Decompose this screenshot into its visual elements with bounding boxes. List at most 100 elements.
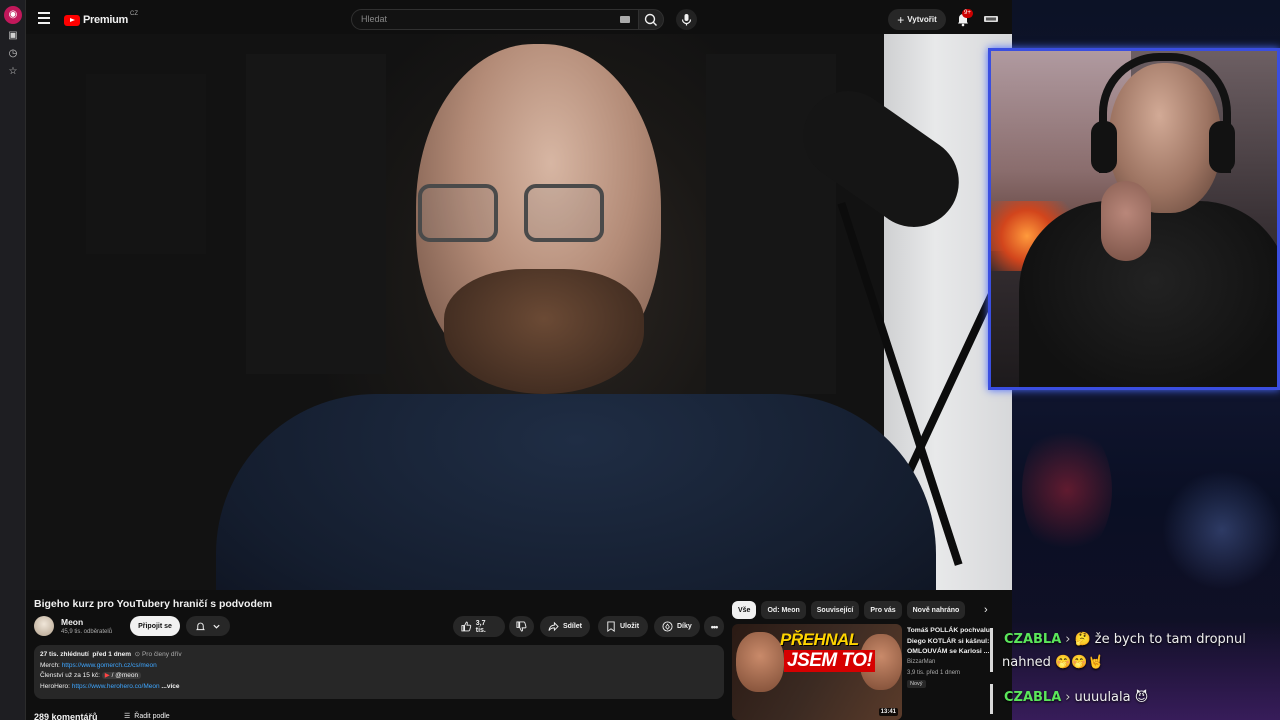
chevron-right-icon[interactable]: ›	[984, 604, 996, 616]
thanks-label: Díky	[677, 623, 692, 630]
home-icon[interactable]: ▣	[7, 30, 19, 42]
dislike-button[interactable]	[509, 616, 534, 637]
channel-name[interactable]: Meon	[61, 617, 83, 627]
browser-sidebar: ◉ ▣ ◷ ☆	[0, 0, 26, 720]
bookmark-icon	[607, 621, 615, 632]
chat-text: nahned 🤭🤭🤘	[1002, 655, 1104, 670]
screen: ◉ ▣ ◷ ☆ Premium CZ Hledat + Vytvořit 9+ …	[0, 0, 1280, 720]
mic-icon	[681, 14, 692, 26]
bell-icon	[196, 622, 205, 630]
sort-icon: ☰	[124, 713, 131, 720]
chip-recently-uploaded[interactable]: Nově nahráno	[906, 601, 966, 619]
herohero-label: HeroHero:	[40, 682, 70, 690]
join-button[interactable]: Připojit se	[130, 616, 180, 636]
chat-text: 🤔 že bych to tam dropnul	[1074, 632, 1246, 647]
recommended-video-thumbnail[interactable]: PŘEHNAL JSEM TO! 13:41	[732, 624, 902, 720]
chat-username: CZABLA	[1004, 690, 1062, 705]
subscription-bell-button[interactable]	[186, 616, 230, 636]
merch-label: Merch:	[40, 661, 60, 669]
chip-all[interactable]: Vše	[732, 601, 757, 619]
membership-chip[interactable]: ▶ / @meon	[101, 672, 142, 679]
streamer-hand	[1101, 181, 1151, 261]
more-link[interactable]: ...více	[161, 683, 179, 690]
more-actions-button[interactable]: •••	[704, 616, 724, 637]
keyboard-icon[interactable]	[620, 16, 630, 23]
share-icon	[548, 621, 559, 632]
membership-label: Členství už za 15 kč:	[40, 672, 100, 679]
notifications-button[interactable]: 9+	[955, 9, 973, 27]
headset-earcup	[1209, 121, 1235, 173]
youtube-play-icon	[64, 14, 80, 26]
sort-label: Řadit podle	[134, 712, 170, 720]
chip-related[interactable]: Související	[810, 601, 860, 619]
thanks-button[interactable]: Díky	[654, 616, 700, 637]
like-count: 3,7 tis.	[475, 619, 486, 634]
thumbs-up-icon	[461, 621, 472, 632]
view-count: 27 tis. zhlédnutí	[40, 651, 89, 658]
new-badge: Nový	[907, 680, 926, 688]
history-icon[interactable]: ◷	[7, 48, 19, 60]
youtube-premium-logo[interactable]: Premium CZ	[64, 11, 138, 28]
country-code: CZ	[129, 11, 138, 17]
members-note: Pro členy dřív	[141, 651, 182, 658]
chat-separator-icon: ›	[1065, 690, 1071, 705]
account-icon	[984, 16, 998, 22]
account-avatar[interactable]	[983, 12, 999, 26]
video-player[interactable]	[26, 34, 1012, 590]
share-button[interactable]: Sdílet	[540, 616, 590, 637]
recommended-meta: 3,9 tis. před 1 dnem	[907, 670, 961, 676]
glasses-left	[418, 184, 498, 242]
upload-date: před 1 dnem	[92, 651, 132, 658]
thumb-face	[736, 632, 784, 692]
app-icon[interactable]: ◉	[4, 6, 22, 24]
super-thanks-icon	[662, 621, 673, 632]
overlay-glow	[1022, 420, 1112, 560]
logo-text: Premium	[83, 14, 128, 26]
description-membership-line: Členství už za 15 kč: ▶ / @meon	[40, 671, 718, 682]
glasses-right	[524, 184, 604, 242]
more-icon: •••	[710, 621, 719, 632]
description-box[interactable]: 27 tis. zhlédnutí před 1 dnem ⊙ Pro člen…	[34, 645, 724, 699]
related-filter-chips: Vše Od: Meon Související Pro vás Nově na…	[732, 601, 966, 619]
thumb-text-line1: PŘEHNAL	[780, 630, 859, 649]
chip-for-you[interactable]: Pro vás	[864, 601, 902, 619]
subscriber-count: 45,9 tis. odběratelů	[61, 629, 113, 635]
description-merch-line: Merch: https://www.gomerch.cz/cs/meon	[40, 661, 718, 672]
membership-handle: / @meon	[111, 672, 139, 679]
headset-earcup	[1091, 121, 1117, 173]
chat-message-bar	[990, 628, 993, 672]
chat-username: CZABLA	[1004, 632, 1062, 647]
save-button[interactable]: Uložit	[598, 616, 648, 637]
chip-from-meon[interactable]: Od: Meon	[761, 601, 806, 619]
youtube-play-icon: ▶	[104, 672, 110, 679]
masthead: Premium CZ +	[26, 0, 1012, 38]
description-stats: 27 tis. zhlédnutí před 1 dnem ⊙ Pro člen…	[40, 650, 718, 661]
person-beard	[444, 269, 644, 394]
sort-comments-button[interactable]: ☰ Řadit podle	[124, 712, 170, 720]
chat-message-continued: nahned 🤭🤭🤘	[1002, 655, 1104, 670]
notification-count: 9+	[962, 9, 973, 18]
video-duration: 13:41	[878, 708, 898, 716]
person-shirt	[216, 394, 936, 590]
menu-icon[interactable]	[38, 12, 50, 24]
create-label: Vytvořit	[907, 15, 937, 24]
herohero-link[interactable]: https://www.herohero.co/Meon	[72, 683, 160, 690]
chevron-down-icon	[213, 624, 220, 629]
merch-link[interactable]: https://www.gomerch.cz/cs/meon	[62, 662, 157, 669]
search-box[interactable]	[351, 9, 639, 30]
voice-search-button[interactable]	[676, 9, 697, 30]
channel-avatar[interactable]	[34, 616, 54, 636]
create-button[interactable]: + Vytvořit	[888, 9, 946, 30]
star-icon[interactable]: ☆	[7, 66, 19, 78]
chat-text: uuuulala 😈	[1074, 690, 1149, 705]
overlay-glow	[1162, 470, 1280, 590]
search-input[interactable]	[361, 14, 601, 24]
chat-message-bar	[990, 684, 993, 714]
search-button[interactable]	[638, 9, 664, 30]
thumbs-down-icon	[516, 621, 527, 632]
recommended-channel[interactable]: BizzarMan	[907, 659, 935, 665]
youtube-page: Premium CZ +	[26, 0, 1012, 720]
save-label: Uložit	[620, 623, 640, 630]
like-button[interactable]: 3,7 tis.	[453, 616, 505, 637]
search-icon	[644, 13, 657, 26]
